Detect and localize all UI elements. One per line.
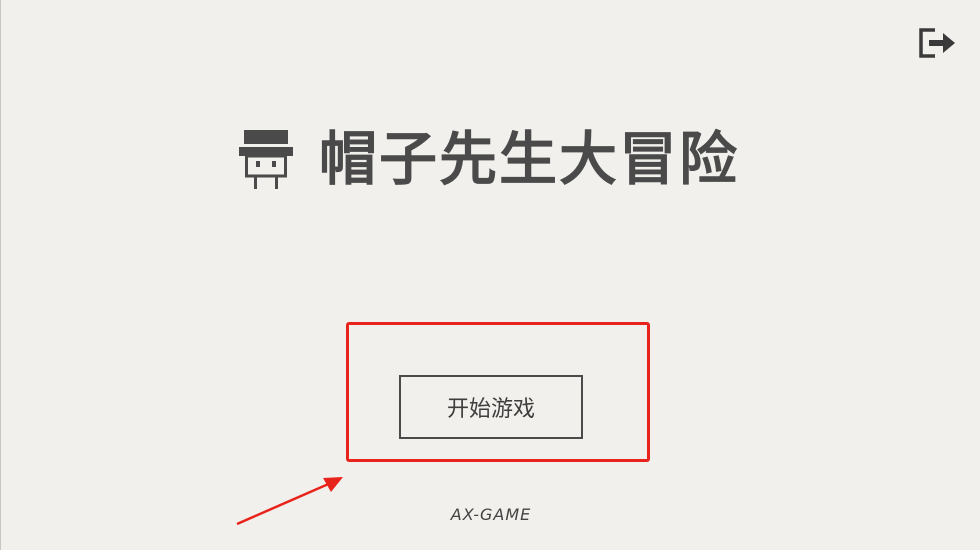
mr-hat-character-icon: [239, 128, 293, 190]
exit-button[interactable]: [917, 26, 957, 60]
game-screen: 帽子先生大冒险 开始游戏 AX-GAME: [0, 0, 980, 550]
footer-credit: AX-GAME: [450, 505, 532, 524]
start-game-button[interactable]: 开始游戏: [399, 375, 583, 439]
title-row: 帽子先生大冒险: [239, 124, 739, 194]
logout-icon: [919, 28, 955, 58]
game-title: 帽子先生大冒险: [319, 125, 740, 193]
